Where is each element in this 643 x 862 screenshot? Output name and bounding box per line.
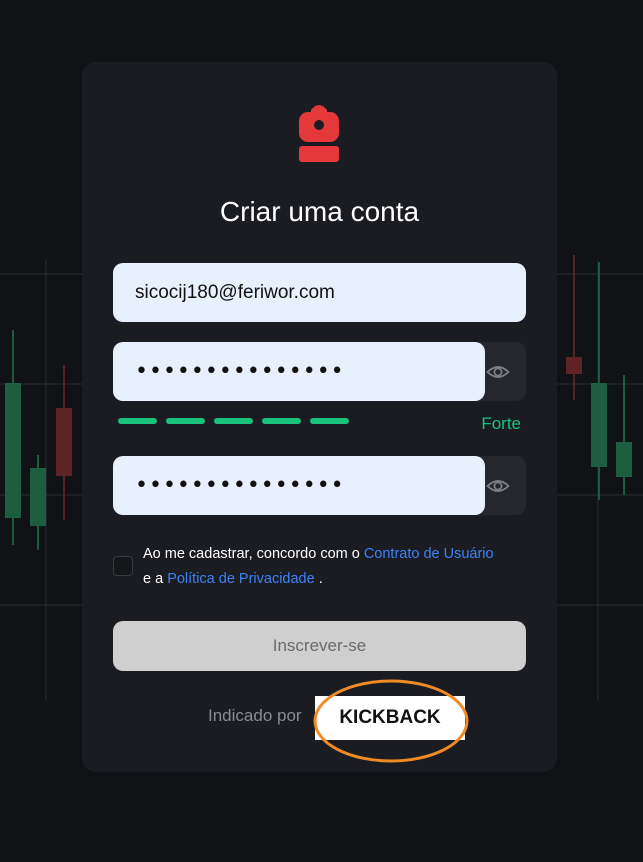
- strength-segment: [166, 418, 205, 424]
- candles-right: [566, 255, 632, 500]
- confirm-password-field-wrap: •••••••••••••••: [113, 456, 526, 515]
- password-field[interactable]: [113, 342, 485, 401]
- strength-segment: [310, 418, 349, 424]
- backpack-icon: [299, 105, 339, 162]
- signup-card: Criar uma conta ••••••••••••••• Forte ••…: [82, 62, 557, 772]
- strength-segment: [118, 418, 157, 424]
- eye-icon[interactable]: [486, 360, 510, 384]
- terms-checkbox[interactable]: [113, 556, 133, 576]
- candles-left: [5, 330, 72, 550]
- referral-label: Indicado por: [208, 706, 302, 725]
- password-strength-meter: [118, 418, 349, 424]
- highlight-ring: [313, 679, 469, 763]
- confirm-password-field[interactable]: [113, 456, 485, 515]
- user-agreement-link[interactable]: Contrato de Usuário: [364, 546, 494, 562]
- strength-segment: [214, 418, 253, 424]
- signup-button[interactable]: Inscrever-se: [113, 621, 526, 671]
- password-strength-label: Forte: [481, 414, 521, 433]
- page-title: Criar uma conta: [219, 196, 420, 227]
- privacy-policy-link[interactable]: Política de Privacidade: [167, 571, 315, 587]
- strength-segment: [262, 418, 301, 424]
- password-field-wrap: •••••••••••••••: [113, 342, 526, 401]
- email-field[interactable]: [113, 263, 526, 322]
- terms-text: Ao me cadastrar, concordo com o Contrato…: [143, 546, 494, 587]
- eye-icon[interactable]: [486, 474, 510, 498]
